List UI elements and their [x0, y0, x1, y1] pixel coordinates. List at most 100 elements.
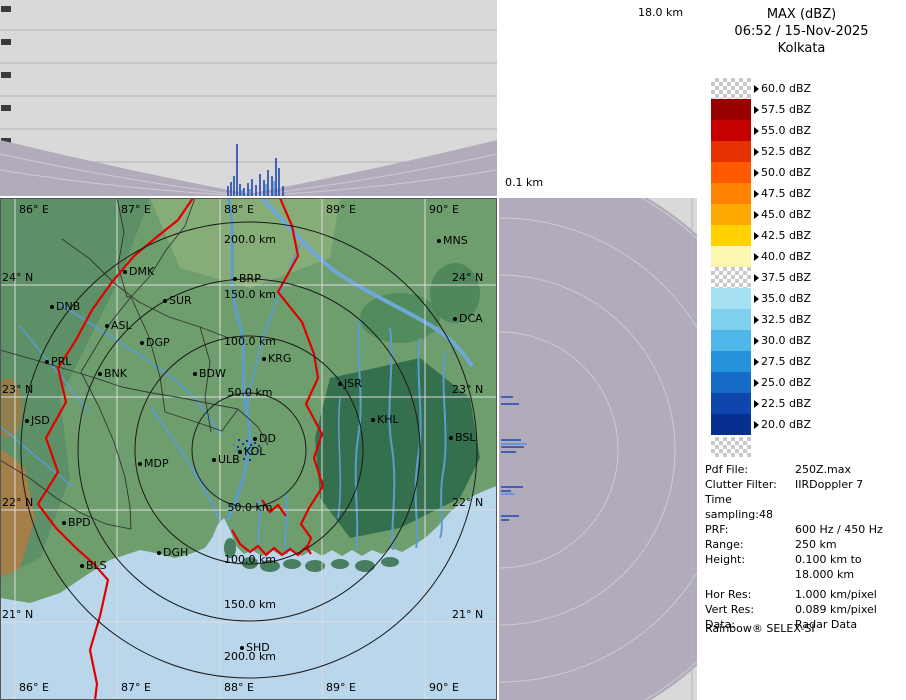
latitude-label: 24° N: [452, 271, 483, 284]
dbz-scale-row: 45.0 dBZ: [711, 204, 811, 225]
product-title: MAX (dBZ): [697, 6, 906, 23]
station-label: SUR: [169, 294, 192, 307]
dbz-scale-row: 52.5 dBZ: [711, 141, 811, 162]
scale-tick-triangle: [754, 85, 759, 93]
dbz-swatch: [711, 267, 751, 288]
legend-info-label: Range:: [705, 537, 795, 552]
dbz-scale-row: 22.5 dBZ: [711, 393, 811, 414]
scale-tick-triangle: [754, 421, 759, 429]
station-marker: [157, 551, 161, 555]
station-marker: [98, 372, 102, 376]
station-marker: [25, 419, 29, 423]
station-label: MNS: [443, 234, 468, 247]
scale-tick-triangle: [754, 106, 759, 114]
dbz-scale-row: 37.5 dBZ: [711, 267, 811, 288]
product-datetime: 06:52 / 15-Nov-2025: [697, 23, 906, 40]
legend-info-row: Vert Res:0.089 km/pixel: [705, 602, 903, 617]
latitude-label: 22° N: [2, 496, 33, 509]
dbz-swatch: [711, 393, 751, 414]
station-marker: [80, 564, 84, 568]
range-ring-label: 200.0 km: [218, 650, 282, 663]
legend-info-label: Vert Res:: [705, 602, 795, 617]
legend-panel: MAX (dBZ) 06:52 / 15-Nov-2025 Kolkata 60…: [697, 0, 906, 700]
vertical-profile-right-panel: [499, 198, 697, 700]
dbz-scale-label: 37.5 dBZ: [761, 271, 811, 284]
station-label: ASL: [111, 319, 132, 332]
dbz-swatch: [711, 141, 751, 162]
dbz-scale-label: 50.0 dBZ: [761, 166, 811, 179]
station-marker: [253, 437, 257, 441]
dbz-scale-row: 50.0 dBZ: [711, 162, 811, 183]
dbz-swatch: [711, 225, 751, 246]
dbz-swatch: [711, 183, 751, 204]
range-ring-label: 100.0 km: [218, 553, 282, 566]
legend-info-row: Height:0.100 km to: [705, 552, 903, 567]
legend-info-value: IIRDoppler 7: [795, 477, 863, 492]
range-ring-label: 200.0 km: [218, 233, 282, 246]
station-marker: [233, 277, 237, 281]
dbz-scale: 60.0 dBZ57.5 dBZ55.0 dBZ52.5 dBZ50.0 dBZ…: [711, 78, 811, 435]
station-label: DCA: [459, 312, 483, 325]
scale-tick-triangle: [754, 127, 759, 135]
station-marker: [371, 418, 375, 422]
dbz-scale-label: 42.5 dBZ: [761, 229, 811, 242]
legend-info-label: Height:: [705, 552, 795, 567]
legend-info-row: Pdf File:250Z.max: [705, 462, 903, 477]
dbz-scale-row: 27.5 dBZ: [711, 351, 811, 372]
station-marker: [50, 305, 54, 309]
longitude-label: 87° E: [121, 203, 151, 216]
station-label: JSD: [31, 414, 50, 427]
dbz-swatch: [711, 309, 751, 330]
product-station: Kolkata: [697, 40, 906, 57]
scale-tick-triangle: [754, 316, 759, 324]
legend-info: Pdf File:250Z.maxClutter Filter:IIRDoppl…: [705, 462, 903, 632]
dbz-swatch: [711, 246, 751, 267]
dbz-swatch: [711, 351, 751, 372]
range-ring-label: 50.0 km: [218, 386, 282, 399]
station-label: ULB: [218, 453, 240, 466]
legend-info-row: Range:250 km: [705, 537, 903, 552]
station-marker: [193, 372, 197, 376]
station-label: MDP: [144, 457, 169, 470]
range-ring-label: 150.0 km: [218, 598, 282, 611]
scale-tick-triangle: [754, 379, 759, 387]
longitude-label: 90° E: [429, 203, 459, 216]
dbz-swatch: [711, 204, 751, 225]
station-label: DMK: [129, 265, 154, 278]
dbz-scale-row: 40.0 dBZ: [711, 246, 811, 267]
scale-end-checker: [711, 437, 751, 457]
height-axis-max-label: 18.0 km: [638, 6, 683, 19]
dbz-scale-label: 47.5 dBZ: [761, 187, 811, 200]
dbz-scale-row: 20.0 dBZ: [711, 414, 811, 435]
legend-info-label: PRF:: [705, 522, 795, 537]
station-label: KOL: [244, 445, 265, 458]
legend-info-row: Clutter Filter:IIRDoppler 7: [705, 477, 903, 492]
beam-blind-zone: [499, 198, 697, 700]
station-marker: [437, 239, 441, 243]
station-marker: [163, 299, 167, 303]
latitude-label: 21° N: [452, 608, 483, 621]
legend-info-row: PRF:600 Hz / 450 Hz: [705, 522, 903, 537]
dbz-swatch: [711, 414, 751, 435]
station-marker: [105, 324, 109, 328]
legend-info-label: Pdf File:: [705, 462, 795, 477]
scale-tick-triangle: [754, 400, 759, 408]
station-label: DGH: [163, 546, 188, 559]
dbz-scale-label: 55.0 dBZ: [761, 124, 811, 137]
scale-tick-triangle: [754, 253, 759, 261]
dbz-swatch: [711, 78, 751, 99]
station-label: BDW: [199, 367, 226, 380]
radar-map: MNSDMKBRPSURDNBASLDGPDCAKRGPRLBNKBDWJSRJ…: [0, 198, 497, 700]
scale-tick-triangle: [754, 337, 759, 345]
legend-info-label: Hor Res:: [705, 587, 795, 602]
longitude-label: 87° E: [121, 681, 151, 694]
right-profile-art: [499, 198, 697, 700]
dbz-scale-label: 45.0 dBZ: [761, 208, 811, 221]
station-label: KHL: [377, 413, 399, 426]
dbz-swatch: [711, 162, 751, 183]
dbz-scale-label: 30.0 dBZ: [761, 334, 811, 347]
station-marker: [449, 436, 453, 440]
legend-info-value: 250 km: [795, 537, 837, 552]
dbz-scale-row: 30.0 dBZ: [711, 330, 811, 351]
scale-tick-triangle: [754, 148, 759, 156]
